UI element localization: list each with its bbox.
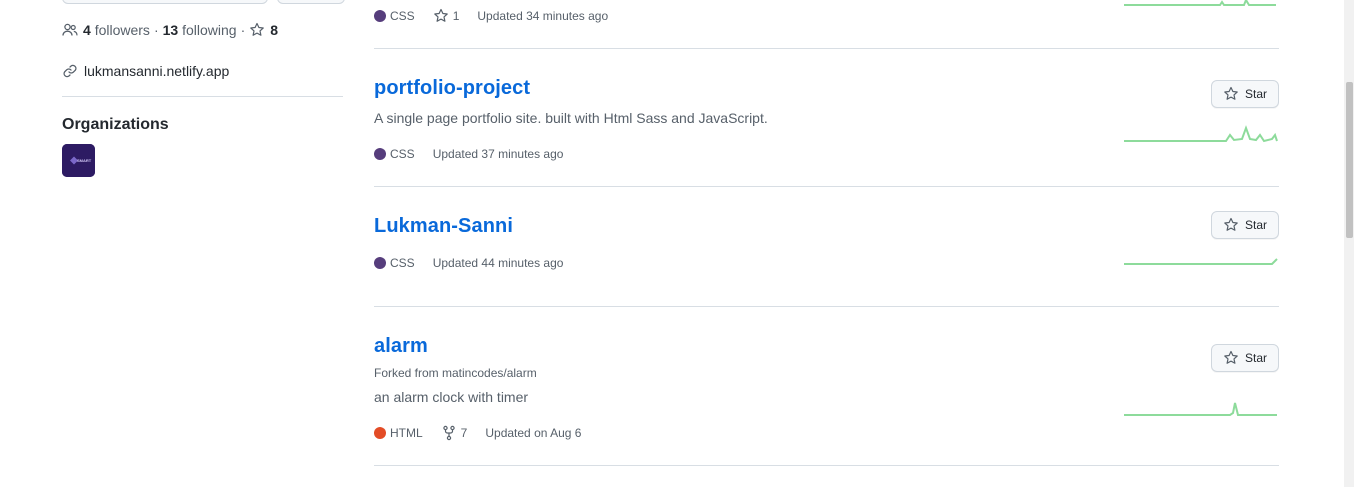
- repo-language: CSS: [390, 9, 415, 23]
- repo-updated: Updated on Aug 6: [485, 426, 582, 440]
- repo-language: CSS: [390, 147, 415, 161]
- following-label: following: [182, 22, 237, 38]
- repo-meta: CSS Updated 37 minutes ago: [374, 145, 563, 163]
- repo-updated: Updated 37 minutes ago: [432, 147, 564, 161]
- star-button-label: Star: [1244, 87, 1267, 101]
- organization-avatar[interactable]: SMART: [62, 144, 95, 177]
- star-button[interactable]: Star: [1211, 211, 1279, 239]
- separator: ·: [240, 22, 246, 38]
- repo-meta: CSS Updated 44 minutes ago: [374, 254, 563, 272]
- repo-updated: Updated 44 minutes ago: [432, 256, 564, 270]
- star-button[interactable]: Star: [1211, 344, 1279, 372]
- website-link[interactable]: lukmansanni.netlify.app: [84, 63, 229, 79]
- star-icon: [1223, 217, 1239, 233]
- language-color-dot: [374, 148, 386, 160]
- star-icon: [433, 8, 449, 24]
- star-button[interactable]: Star: [1211, 80, 1279, 108]
- repo-stars-count: 1: [452, 9, 460, 23]
- activity-sparkline: [1124, 125, 1278, 143]
- followers-link[interactable]: 4 followers: [83, 22, 150, 38]
- repo-meta: HTML 7 Updated on Aug 6: [374, 424, 581, 442]
- people-icon: [62, 22, 78, 38]
- website-row: lukmansanni.netlify.app: [62, 61, 229, 81]
- profile-button-top-secondary[interactable]: [277, 0, 345, 4]
- sidebar-divider: [62, 96, 343, 97]
- separator: ·: [153, 22, 159, 38]
- repo-divider: [374, 48, 1279, 49]
- star-icon: [1223, 86, 1239, 102]
- organization-logo: SMART: [62, 144, 95, 177]
- repo-stars-link[interactable]: 1: [433, 8, 460, 24]
- repo-name-link[interactable]: alarm: [374, 335, 428, 358]
- language-color-dot: [374, 427, 386, 439]
- repo-divider: [374, 306, 1279, 307]
- page-scrollbar-track[interactable]: [1344, 0, 1354, 487]
- stars-count: 8: [270, 22, 279, 38]
- activity-sparkline: [1124, 0, 1276, 6]
- fork-icon: [441, 425, 457, 441]
- repo-divider: [374, 465, 1279, 466]
- following-link[interactable]: 13 following: [163, 22, 237, 38]
- repo-name-link[interactable]: Lukman-Sanni: [374, 215, 513, 238]
- repo-name-link[interactable]: portfolio-project: [374, 77, 530, 100]
- star-button-label: Star: [1244, 351, 1267, 365]
- forked-from-text[interactable]: Forked from matincodes/alarm: [374, 366, 537, 380]
- repo-language: HTML: [390, 426, 423, 440]
- repo-meta: CSS 1 Updated 34 minutes ago: [374, 7, 608, 25]
- repo-description: an alarm clock with timer: [374, 389, 529, 405]
- repo-divider: [374, 186, 1279, 187]
- repo-forks-count: 7: [460, 426, 468, 440]
- followers-label: followers: [94, 22, 150, 38]
- star-icon: [249, 22, 265, 38]
- repo-description: A single page portfolio site. built with…: [374, 110, 768, 126]
- stars-link[interactable]: 8: [249, 22, 278, 38]
- followers-summary: 4 followers · 13 following · 8: [62, 20, 278, 40]
- profile-button-top[interactable]: [62, 0, 268, 4]
- repo-updated: Updated 34 minutes ago: [477, 9, 609, 23]
- page-scrollbar-thumb[interactable]: [1346, 82, 1353, 238]
- activity-sparkline: [1124, 402, 1277, 416]
- language-color-dot: [374, 10, 386, 22]
- language-color-dot: [374, 257, 386, 269]
- star-button-label: Star: [1244, 218, 1267, 232]
- repo-language: CSS: [390, 256, 415, 270]
- star-icon: [1223, 350, 1239, 366]
- link-icon: [62, 63, 78, 79]
- followers-count: 4: [83, 22, 91, 38]
- activity-sparkline: [1124, 258, 1278, 265]
- organization-avatar-text: SMART: [77, 158, 92, 163]
- repo-forks-link[interactable]: 7: [441, 425, 468, 441]
- following-count: 13: [162, 22, 179, 38]
- organizations-heading: Organizations: [62, 116, 169, 133]
